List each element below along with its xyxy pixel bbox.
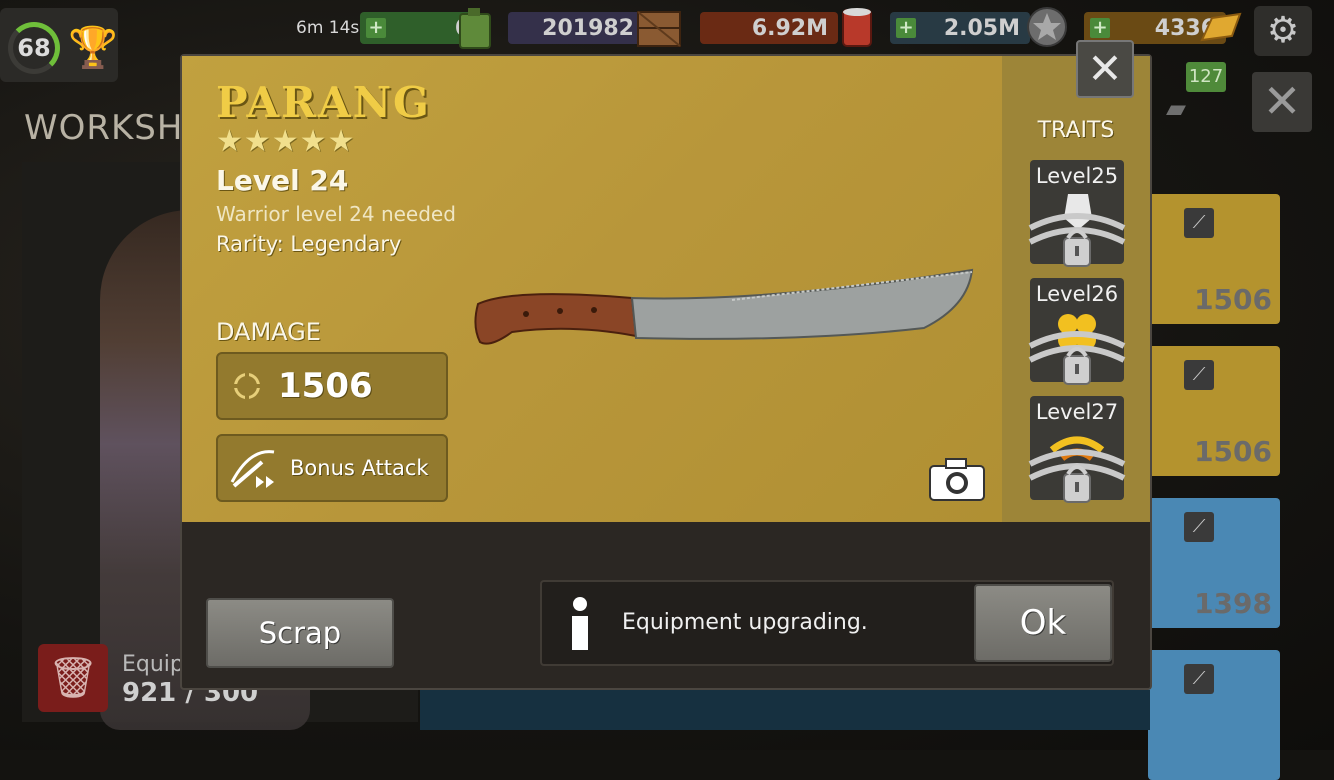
- cash-value: 2.05M: [943, 15, 1020, 41]
- damage-box: 1506: [216, 352, 448, 420]
- delete-button[interactable]: 🗑: [38, 644, 108, 712]
- food-value: 6.92M: [751, 15, 828, 41]
- level-requirement: Warrior level 24 needed: [216, 202, 456, 226]
- parang-weapon-image: [474, 268, 974, 345]
- armor-pierce-icon: [1028, 194, 1126, 267]
- wifi-arc-icon: [1028, 436, 1126, 503]
- ammo-badge: 127: [1186, 62, 1226, 92]
- trait-slot-3[interactable]: Level27: [1028, 396, 1126, 503]
- traits-panel: TRAITS Level25 Level26 Level27: [1002, 56, 1150, 522]
- trash-icon: 🗑: [47, 655, 99, 701]
- close-icon: ✕: [1087, 44, 1123, 93]
- card-damage: 1506: [1194, 283, 1272, 316]
- supplies-value: 201982: [542, 15, 634, 41]
- add-gold-button[interactable]: +: [1090, 18, 1110, 38]
- sheriff-badge-icon: [1027, 7, 1067, 47]
- player-level-badge[interactable]: 68 🏆: [0, 8, 118, 82]
- card-damage: 1506: [1194, 435, 1272, 468]
- close-modal-button[interactable]: ✕: [1076, 40, 1134, 98]
- ok-button[interactable]: Ok: [974, 584, 1112, 662]
- fuel-can-icon: [459, 8, 491, 49]
- equip-label: Equip: [122, 652, 184, 677]
- weapon-level: Level 24: [216, 164, 349, 197]
- close-icon: ✕: [1262, 74, 1302, 128]
- food-counter: 6.92M: [700, 12, 838, 44]
- trait-slot-2[interactable]: Level26: [1028, 278, 1126, 385]
- bottom-equipment-row: [420, 690, 1150, 730]
- level-ring: 68: [8, 22, 60, 74]
- bonus-attack-label: Bonus Attack: [290, 456, 429, 480]
- item-detail-modal: PARANG ★★★★★ Level 24 Warrior level 24 n…: [180, 40, 1152, 690]
- weapon-name: PARANG: [216, 78, 431, 127]
- blade-icon: ⟋: [1184, 360, 1214, 390]
- info-icon: [572, 597, 588, 650]
- equipment-card[interactable]: ⟋ 1506: [1148, 194, 1280, 324]
- blade-icon: ⟋: [1184, 208, 1214, 238]
- settings-button[interactable]: ⚙: [1254, 6, 1312, 56]
- camera-icon[interactable]: [928, 456, 986, 502]
- gun-icon: ▰: [1166, 94, 1186, 124]
- close-workshop-button[interactable]: ✕: [1252, 72, 1312, 132]
- rarity-label: Rarity: Legendary: [216, 232, 402, 256]
- equipment-grid: ⟋ 1506 ⟋ 1506 ⟋ 1398 ⟋: [1148, 160, 1306, 780]
- bonus-attack-icon: [230, 450, 275, 488]
- star-rating: ★★★★★: [216, 124, 356, 159]
- crosshair-icon: [233, 372, 261, 400]
- add-cash-button[interactable]: +: [896, 18, 916, 38]
- upgrade-status-text: Equipment upgrading.: [622, 610, 868, 635]
- equipment-card[interactable]: ⟋ 1506: [1148, 346, 1280, 476]
- equipment-card[interactable]: ⟋ 1398: [1148, 498, 1280, 628]
- upgrade-status-box: Equipment upgrading. Ok: [540, 580, 1114, 666]
- damage-label: DAMAGE: [216, 318, 321, 346]
- trait-slot-1[interactable]: Level25: [1028, 160, 1126, 267]
- equipment-card[interactable]: ⟋: [1148, 650, 1280, 780]
- card-damage: 1398: [1194, 587, 1272, 620]
- blade-icon: ⟋: [1184, 664, 1214, 694]
- damage-value: 1506: [278, 366, 373, 406]
- player-level: 68: [17, 34, 51, 62]
- cash-counter[interactable]: + 2.05M: [890, 12, 1030, 44]
- gear-icon: ⚙: [1266, 10, 1300, 51]
- refill-timer: 6m 14s: [296, 18, 360, 38]
- supplies-counter: 201982: [508, 12, 644, 44]
- clover-icon: [1028, 314, 1126, 385]
- supply-crate-icon: [637, 11, 681, 47]
- add-fuel-button[interactable]: +: [366, 18, 386, 38]
- blade-icon: ⟋: [1184, 512, 1214, 542]
- gold-bar-icon: [1200, 12, 1242, 42]
- scrap-button[interactable]: Scrap: [206, 598, 394, 668]
- item-detail-panel: PARANG ★★★★★ Level 24 Warrior level 24 n…: [182, 56, 1002, 522]
- bonus-attack-badge[interactable]: Bonus Attack: [216, 434, 448, 502]
- traits-title: TRAITS: [1037, 118, 1115, 143]
- trophy-icon: 🏆: [68, 25, 118, 71]
- food-can-icon: [842, 8, 872, 47]
